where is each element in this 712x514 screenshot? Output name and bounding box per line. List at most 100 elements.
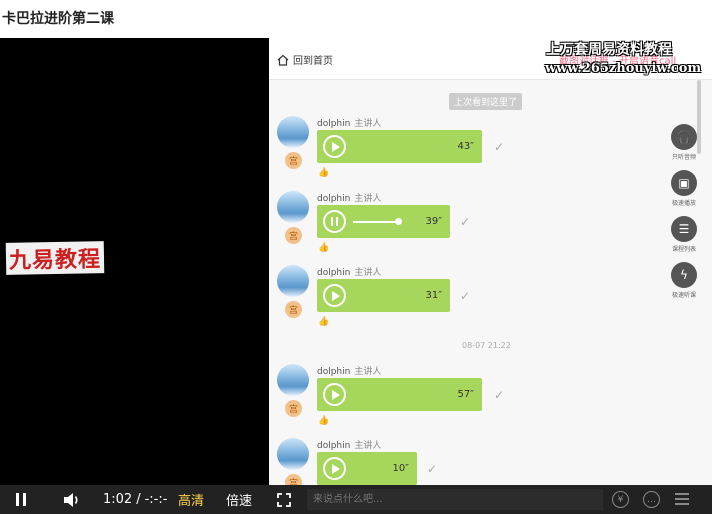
role-badge: 宫 xyxy=(285,400,302,417)
fullscreen-button[interactable] xyxy=(277,485,291,514)
headphones-icon: 🎧 xyxy=(671,124,697,150)
check-icon: ✓ xyxy=(460,289,471,303)
sender-line: dolphin 主讲人 xyxy=(317,116,381,129)
time-separator: / xyxy=(136,492,141,507)
sender-line: dolphin 主讲人 xyxy=(317,265,381,278)
avatar[interactable] xyxy=(277,116,309,148)
pause-button[interactable] xyxy=(323,210,346,233)
sender-line: dolphin 主讲人 xyxy=(317,438,381,451)
avatar[interactable] xyxy=(277,265,309,297)
sender-name: dolphin xyxy=(317,441,351,451)
play-button[interactable] xyxy=(323,383,346,406)
sender-line: dolphin 主讲人 xyxy=(317,191,381,204)
watermark-right-title: 上万套周易资料教程 xyxy=(546,42,672,58)
watermark-right-url: www.265zhouyiw.com xyxy=(545,61,702,76)
voice-progress-track[interactable] xyxy=(353,221,399,223)
avatar[interactable] xyxy=(277,191,309,223)
course-list-tool[interactable]: ☰ 课程列表 xyxy=(669,216,699,262)
pause-icon-bar xyxy=(23,493,26,506)
check-icon: ✓ xyxy=(494,140,505,154)
like-icon[interactable]: 👍 xyxy=(318,317,329,327)
pause-button[interactable] xyxy=(16,485,30,514)
page-title: 卡巴拉进阶第二课 xyxy=(2,11,114,27)
video-icon: ▣ xyxy=(671,170,697,196)
fast-play-tool[interactable]: ▣ 极速播放 xyxy=(669,170,699,216)
play-icon xyxy=(331,463,340,474)
avatar[interactable] xyxy=(277,364,309,396)
voice-bubble[interactable]: 57″ xyxy=(317,378,482,411)
comment-icon[interactable]: … xyxy=(643,491,660,508)
chat-panel: 回到首页 截图对话框 - 开启语音call 上万套周易资料教程 www.265z… xyxy=(269,38,712,485)
chat-message: 宫 dolphin 主讲人 10″ ✓ xyxy=(269,438,669,485)
voice-duration: 31″ xyxy=(425,290,442,301)
tool-label: 极速听课 xyxy=(671,292,696,299)
history-pill[interactable]: 上次看到这里了 xyxy=(449,93,523,110)
menu-icon[interactable] xyxy=(675,493,689,508)
message-timestamp: 08-07 21:22 xyxy=(462,341,511,350)
role-badge: 宫 xyxy=(285,474,302,485)
play-button[interactable] xyxy=(323,457,346,480)
tool-label: 课程列表 xyxy=(671,246,696,253)
check-icon: ✓ xyxy=(460,215,471,229)
chat-message: 宫 dolphin 主讲人 43″ ✓ 👍 xyxy=(269,116,669,192)
chat-message: 宫 dolphin 主讲人 57″ ✓ 👍 xyxy=(269,364,669,440)
check-icon: ✓ xyxy=(427,462,438,476)
fast-listen-tool[interactable]: ϟ 极速听课 xyxy=(669,262,699,308)
lightning-icon: ϟ xyxy=(671,262,697,288)
role-badge: 宫 xyxy=(285,227,302,244)
reward-icon[interactable]: ¥ xyxy=(612,491,629,508)
voice-bubble[interactable]: 10″ xyxy=(317,452,417,485)
time-total: -:-:- xyxy=(144,492,168,507)
watermark-left: 九易教程 xyxy=(5,241,105,275)
play-button[interactable] xyxy=(323,284,346,307)
sender-line: dolphin 主讲人 xyxy=(317,364,381,377)
sender-role: 主讲人 xyxy=(354,119,382,129)
time-current: 1:02 xyxy=(103,492,133,507)
pause-icon xyxy=(330,217,340,226)
home-link[interactable]: 回到首页 xyxy=(277,52,333,67)
comment-input[interactable] xyxy=(307,489,603,510)
sender-name: dolphin xyxy=(317,268,351,278)
time-display: 1:02 / -:-:- xyxy=(103,485,167,514)
voice-duration: 43″ xyxy=(457,141,474,152)
check-icon: ✓ xyxy=(494,388,505,402)
side-toolbar: 🎧 只听音频 ▣ 极速播放 ☰ 课程列表 ϟ 极速听课 xyxy=(669,124,699,308)
chat-message: 宫 dolphin 主讲人 31″ ✓ 👍 xyxy=(269,265,669,341)
home-icon xyxy=(277,54,289,66)
like-icon[interactable]: 👍 xyxy=(318,168,329,178)
voice-duration: 10″ xyxy=(392,463,409,474)
audio-only-tool[interactable]: 🎧 只听音频 xyxy=(669,124,699,170)
voice-bubble[interactable]: 31″ xyxy=(317,279,450,312)
like-icon[interactable]: 👍 xyxy=(318,416,329,426)
video-player[interactable]: 九易教程 xyxy=(0,38,269,514)
tool-label: 极速播放 xyxy=(671,200,696,207)
voice-duration: 39″ xyxy=(425,216,442,227)
sender-name: dolphin xyxy=(317,367,351,377)
quality-button[interactable]: 高清 xyxy=(178,485,204,514)
voice-bubble[interactable]: 39″ xyxy=(317,205,450,238)
sender-role: 主讲人 xyxy=(354,367,382,377)
volume-icon xyxy=(64,492,78,507)
speed-button[interactable]: 倍速 xyxy=(226,485,252,514)
pause-icon xyxy=(16,493,19,506)
sender-role: 主讲人 xyxy=(354,268,382,278)
home-label: 回到首页 xyxy=(293,56,333,67)
play-button[interactable] xyxy=(323,135,346,158)
fullscreen-icon xyxy=(277,492,291,507)
tool-label: 只听音频 xyxy=(671,154,696,161)
comment-bar: ¥ … xyxy=(269,485,712,514)
voice-duration: 57″ xyxy=(457,389,474,400)
volume-button[interactable] xyxy=(63,485,81,514)
sender-role: 主讲人 xyxy=(354,194,382,204)
avatar[interactable] xyxy=(277,438,309,470)
play-icon xyxy=(331,290,340,301)
sender-role: 主讲人 xyxy=(354,441,382,451)
play-icon xyxy=(331,141,340,152)
sender-name: dolphin xyxy=(317,119,351,129)
panel-topbar: 回到首页 截图对话框 - 开启语音call 上万套周易资料教程 www.265z… xyxy=(269,38,712,80)
play-icon xyxy=(331,389,340,400)
voice-bubble[interactable]: 43″ xyxy=(317,130,482,163)
voice-progress-knob[interactable] xyxy=(395,218,402,225)
like-icon[interactable]: 👍 xyxy=(318,243,329,253)
role-badge: 宫 xyxy=(285,152,302,169)
